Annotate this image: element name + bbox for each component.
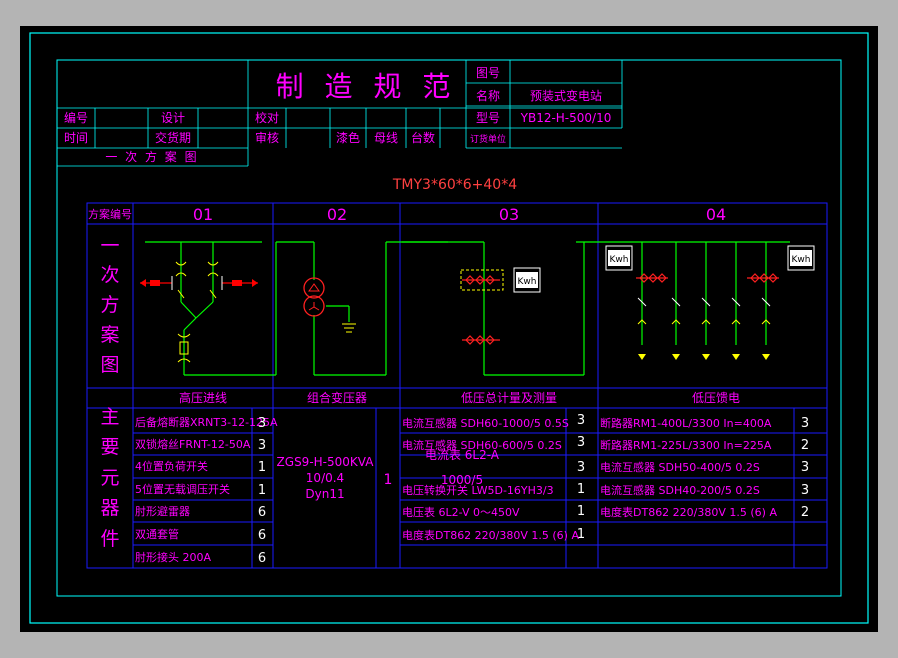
label-bianhao: 编号 xyxy=(64,110,88,125)
component-qty: 1 xyxy=(577,504,585,519)
component-name: 后备熔断器XRNT3-12-125A xyxy=(135,415,278,429)
label-dinghuo: 订货单位 xyxy=(470,133,506,145)
value-mingcheng: 预装式变电站 xyxy=(530,88,602,103)
label-shijian: 时间 xyxy=(64,131,88,145)
component-qty: 3 xyxy=(258,416,266,431)
component-name: 电压表 6L2-V 0～450V xyxy=(402,505,520,519)
ammeter-model: 电流表 6L2-A xyxy=(425,448,500,462)
component-qty: 3 xyxy=(801,460,809,475)
section-title-lv-metering: 低压总计量及测量 xyxy=(461,391,557,405)
side-char: 次 xyxy=(100,264,119,286)
column-number-02: 02 xyxy=(327,205,347,224)
label-taishu: 台数 xyxy=(411,130,435,145)
label-jiaohuoqi: 交货期 xyxy=(155,130,191,145)
component-qty: 1 xyxy=(577,482,585,497)
transformer-vector-group: Dyn11 xyxy=(305,487,344,501)
component-name: 双通套管 xyxy=(135,527,179,541)
component-qty: 6 xyxy=(258,551,266,566)
label-sheji: 设计 xyxy=(161,111,185,125)
kwh-meter-col04-left: Kwh xyxy=(605,245,633,271)
component-qty: 1 xyxy=(258,460,266,475)
busbar-label: TMY3*60*6+40*4 xyxy=(392,177,517,193)
component-name: 电流互感器 SDH60-1000/5 0.5S xyxy=(402,416,569,430)
component-name: 断路器RM1-225L/3300 In=225A xyxy=(600,438,772,452)
component-qty: 6 xyxy=(258,528,266,543)
label-xinghao: 型号 xyxy=(476,111,500,125)
value-xinghao: YB12-H-500/10 xyxy=(520,111,612,125)
component-qty: 3 xyxy=(801,416,809,431)
label-qise: 漆色 xyxy=(336,131,360,145)
component-qty: 3 xyxy=(258,438,266,453)
component-name: 肘形接头 200A xyxy=(135,550,211,564)
transformer-qty: 1 xyxy=(384,472,393,488)
kwh-label: Kwh xyxy=(792,255,811,265)
column-number-04: 04 xyxy=(706,205,726,224)
diagram-side-label: 一 次 方 案 图 xyxy=(100,235,119,376)
component-name: 断路器RM1-400L/3300 In=400A xyxy=(600,416,772,430)
section-title-hv-incoming: 高压进线 xyxy=(179,390,227,405)
scheme-caption: 一 次 方 案 图 xyxy=(105,149,198,164)
column-number-03: 03 xyxy=(499,205,519,224)
component-qty: 2 xyxy=(801,438,809,453)
kwh-label: Kwh xyxy=(610,255,629,265)
component-qty: 6 xyxy=(258,505,266,520)
component-name: 电度表DT862 220/380V 1.5 (6) A xyxy=(402,528,579,542)
cad-drawing: 制 造 规 范 图号 名称 型号 编号 设计 校对 时间 交货期 审核 漆色 母… xyxy=(20,26,878,632)
component-name: 肘形避雷器 xyxy=(135,504,190,518)
label-muxian: 母线 xyxy=(374,131,398,145)
component-qty: 3 xyxy=(801,483,809,498)
component-name: 电流互感器 SDH40-200/5 0.2S xyxy=(600,483,760,497)
ammeter-ratio: 1000/5 xyxy=(441,473,483,487)
section-title-lv-feeder: 低压馈电 xyxy=(692,391,740,405)
label-shenhe: 审核 xyxy=(255,130,279,145)
scheme-header-label: 方案编号 xyxy=(88,207,132,221)
kwh-meter-col03: Kwh xyxy=(513,267,541,293)
label-jiaodui: 校对 xyxy=(255,110,279,125)
component-name: 电度表DT862 220/380V 1.5 (6) A xyxy=(600,505,777,519)
component-name: 4位置负荷开关 xyxy=(135,459,208,473)
component-qty: 3 xyxy=(577,413,585,428)
column-number-01: 01 xyxy=(193,205,213,224)
component-side-label: 主 要 元 器 件 xyxy=(100,406,119,550)
component-qty: 3 xyxy=(577,435,585,450)
component-name: 电流互感器 SDH50-400/5 0.2S xyxy=(600,460,760,474)
component-qty: 1 xyxy=(577,527,585,542)
side-char: 一 xyxy=(100,235,119,257)
side-char: 器 xyxy=(100,497,119,519)
transformer-model: ZGS9-H-500KVA xyxy=(277,455,375,469)
component-name: 双锁熔丝FRNT-12-50A xyxy=(135,437,251,451)
side-char: 件 xyxy=(100,528,119,550)
component-qty: 1 xyxy=(258,483,266,498)
component-qty: 3 xyxy=(577,460,585,475)
label-mingcheng: 名称 xyxy=(476,88,500,103)
transformer-ratio: 10/0.4 xyxy=(306,471,344,485)
side-char: 方 xyxy=(100,294,119,316)
side-char: 要 xyxy=(100,436,119,458)
component-qty: 2 xyxy=(801,505,809,520)
component-name: 5位置无载调压开关 xyxy=(135,482,230,496)
side-char: 主 xyxy=(100,406,119,428)
label-tuhao: 图号 xyxy=(476,66,500,80)
kwh-label: Kwh xyxy=(518,277,537,287)
drawing-title: 制 造 规 范 xyxy=(276,70,457,103)
section-title-transformer: 组合变压器 xyxy=(307,390,367,405)
side-char: 元 xyxy=(100,467,119,489)
side-char: 图 xyxy=(100,354,119,376)
side-char: 案 xyxy=(100,324,119,346)
kwh-meter-col04-right: Kwh xyxy=(787,245,815,271)
